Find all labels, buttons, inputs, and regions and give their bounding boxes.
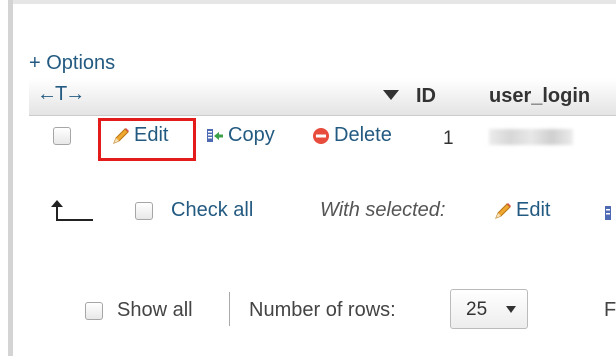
- check-all-label[interactable]: Check all: [171, 199, 253, 222]
- bulk-edit-label: Edit: [516, 199, 551, 221]
- truncated-label: F: [604, 299, 616, 321]
- copy-icon[interactable]: [605, 206, 616, 220]
- number-of-rows-select[interactable]: 25: [450, 289, 528, 329]
- pencil-icon: [493, 201, 513, 221]
- check-all-checkbox[interactable]: [135, 202, 153, 220]
- column-header-user-login[interactable]: user_login: [489, 85, 590, 108]
- row-copy-link[interactable]: Copy: [205, 124, 275, 147]
- number-of-rows-label: Number of rows:: [249, 299, 396, 321]
- row-delete-label: Delete: [334, 124, 392, 146]
- divider: [229, 292, 230, 326]
- row-delete-link[interactable]: Delete: [311, 124, 392, 147]
- show-all-checkbox[interactable]: [85, 302, 103, 320]
- bulk-actions-bar: Check all With selected: Edit: [13, 194, 616, 234]
- column-header-id[interactable]: ID: [416, 85, 436, 108]
- row-user-login-redacted: [489, 129, 573, 145]
- results-panel: + Options ←T→ ID user_login Edit Copy De…: [13, 4, 616, 356]
- rows-select-value: 25: [466, 299, 488, 320]
- row-checkbox[interactable]: [53, 127, 71, 145]
- row-copy-label: Copy: [228, 124, 275, 146]
- show-all-label[interactable]: Show all: [117, 299, 193, 322]
- sort-down-icon[interactable]: [383, 90, 399, 100]
- delete-icon: [311, 126, 331, 146]
- copy-icon: [205, 126, 225, 146]
- chevron-down-icon: [506, 306, 516, 313]
- bulk-edit-link[interactable]: Edit: [493, 199, 550, 222]
- with-selected-label: With selected:: [320, 199, 446, 221]
- navigation-bar: Show all Number of rows: 25 F: [13, 288, 616, 334]
- row-id-value: 1: [443, 128, 454, 149]
- column-arrows-toggle[interactable]: ←T→: [37, 83, 85, 106]
- table-header: ←T→ ID user_login: [29, 79, 616, 116]
- edit-highlight-box: [98, 118, 196, 161]
- options-link[interactable]: + Options: [29, 52, 115, 75]
- return-arrow-icon: [51, 198, 95, 229]
